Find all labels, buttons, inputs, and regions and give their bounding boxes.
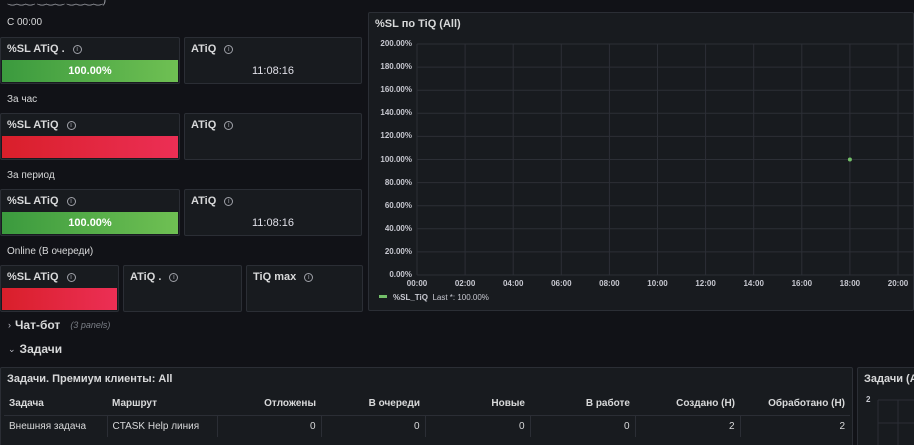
col-processed[interactable]: Обработано (Н) — [740, 393, 850, 416]
panel-title: ATiQ . — [130, 271, 162, 283]
info-icon[interactable]: i — [304, 273, 314, 282]
y-tick-label: 100.00% — [380, 154, 412, 164]
chart-points — [847, 157, 852, 162]
panel-sl-atiq-period[interactable]: %SL ATiQ i 100.00% — [0, 189, 180, 236]
stat-value: 100.00% — [2, 212, 178, 234]
y-tick-label: 180.00% — [380, 62, 412, 72]
panel-title: TiQ max — [253, 271, 297, 283]
col-in-queue[interactable]: В очереди — [321, 393, 425, 416]
tasks-table: Задача Маршрут Отложены В очереди Новые … — [4, 393, 850, 437]
x-tick-label: 08:00 — [599, 279, 620, 288]
panel-title: %SL ATiQ — [7, 119, 59, 131]
y-tick-label: 40.00% — [384, 223, 412, 233]
x-tick-label: 14:00 — [743, 279, 764, 288]
col-route[interactable]: Маршрут — [107, 393, 217, 416]
stat-value: 100.00% — [2, 60, 178, 82]
top-header-partial: ‿‿‿ ‿‿‿ ‿‿‿‿) — [8, 0, 107, 6]
col-task[interactable]: Задача — [4, 393, 107, 416]
y-tick-label: 60.00% — [384, 200, 412, 210]
cell-route: CTASK Help линия — [107, 415, 218, 437]
y-tick-label: 160.00% — [380, 85, 412, 95]
panel-atiq-period[interactable]: ATiQ i 11:08:16 — [184, 189, 362, 236]
chevron-right-icon[interactable]: › — [8, 320, 11, 330]
section-since-midnight: С 00:00 — [7, 17, 43, 28]
chart-grid — [416, 43, 914, 276]
x-tick-label: 06:00 — [551, 279, 572, 288]
col-created[interactable]: Создано (Н) — [635, 393, 740, 416]
x-tick-label: 02:00 — [454, 279, 476, 288]
x-tick-label: 16:00 — [791, 279, 813, 288]
legend-series-name: %SL_TiQ — [393, 293, 428, 302]
tasks-table-title: Задачи. Премиум клиенты: All — [7, 373, 173, 385]
section-last-hour: За час — [7, 94, 38, 105]
panel-title: ATiQ — [191, 43, 217, 55]
cell-in-progress: 0 — [530, 415, 636, 437]
cell-deferred: 0 — [217, 415, 322, 437]
stat-value: 11:08:16 — [251, 217, 294, 229]
tasks-table-panel[interactable]: Задачи. Премиум клиенты: All Задача Марш… — [0, 367, 853, 445]
panel-title: %SL ATiQ . — [7, 43, 65, 55]
chart-legend[interactable]: %SL_TiQ Last *: 100.00% — [379, 293, 489, 302]
x-tick-label: 04:00 — [502, 279, 524, 288]
chart-panel-sl-tiq[interactable]: %SL по TiQ (All) 200.00% 180.00% 160.00% 14… — [368, 12, 914, 311]
x-tick-label: 10:00 — [647, 279, 668, 288]
cell-task: Внешняя задача — [4, 415, 108, 437]
info-icon[interactable]: i — [66, 121, 76, 130]
cell-created: 2 — [635, 415, 741, 437]
y-tick-label: 80.00% — [384, 177, 412, 187]
row-tasks[interactable]: ⌄ Задачи — [0, 338, 914, 360]
panel-atiq-online[interactable]: ATiQ . i — [123, 265, 242, 312]
col-deferred[interactable]: Отложены — [217, 393, 321, 416]
info-icon[interactable]: i — [224, 121, 234, 130]
legend-swatch — [379, 295, 387, 298]
chart-svg — [416, 43, 914, 276]
y-tick-label: 200.00% — [380, 39, 412, 48]
x-tick-label: 18:00 — [839, 279, 861, 288]
panel-atiq-hour[interactable]: ATiQ i — [184, 113, 362, 160]
info-icon[interactable]: i — [66, 273, 76, 282]
panel-sl-atiq-online[interactable]: %SL ATiQ i — [0, 265, 119, 312]
x-tick-label: 20:00 — [887, 279, 909, 288]
row-title-tasks: Задачи — [19, 342, 63, 356]
panel-atiq-today[interactable]: ATiQ i 11:08:16 — [184, 37, 362, 84]
panel-tiq-max[interactable]: TiQ max i — [246, 265, 363, 312]
x-tick-label: 12:00 — [695, 279, 716, 288]
data-point[interactable] — [847, 157, 852, 162]
chevron-down-icon[interactable]: ⌄ — [8, 344, 16, 355]
cell-in-queue: 0 — [321, 415, 426, 437]
stat-value: 11:08:16 — [251, 65, 294, 77]
info-icon[interactable]: i — [224, 45, 234, 54]
stat-value — [2, 288, 117, 310]
x-tick-label: 00:00 — [406, 279, 428, 288]
y-tick-label: 120.00% — [380, 131, 412, 141]
table-header-row: Задача Маршрут Отложены В очереди Новые … — [4, 393, 850, 416]
row-panels-count: (3 panels) — [70, 320, 111, 330]
col-in-progress[interactable]: В работе — [530, 393, 635, 416]
panel-sl-atiq-hour[interactable]: %SL ATiQ i — [0, 113, 180, 160]
table-row[interactable]: Внешняя задача CTASK Help линия 0 0 0 0 … — [4, 415, 850, 437]
section-period: За период — [7, 170, 55, 181]
cell-processed: 2 — [839, 420, 845, 432]
panel-sl-atiq-today[interactable]: %SL ATiQ . i 100.00% — [0, 37, 180, 84]
cell-new: 0 — [425, 415, 531, 437]
info-icon[interactable]: i — [169, 273, 179, 282]
y-tick-label: 0.00% — [389, 270, 412, 279]
col-new[interactable]: Новые — [425, 393, 530, 416]
panel-title: ATiQ — [191, 119, 217, 131]
row-chatbot[interactable]: › Чат-бот (3 panels) — [0, 314, 914, 336]
tasks-chart-grid — [877, 399, 914, 445]
tasks-chart-panel-partial[interactable]: Задачи (All 2 — [857, 367, 914, 445]
panel-title: ATiQ — [191, 195, 217, 207]
y-tick-label: 20.00% — [384, 246, 412, 256]
section-online: Online (В очереди) — [7, 246, 94, 257]
panel-title: %SL ATiQ — [7, 195, 59, 207]
row-title-chatbot: Чат-бот — [15, 318, 61, 332]
panel-title: %SL ATiQ — [7, 271, 59, 283]
legend-stat: Last *: 100.00% — [432, 293, 489, 302]
info-icon[interactable]: i — [72, 45, 82, 54]
y-tick-label: 140.00% — [380, 108, 412, 118]
info-icon[interactable]: i — [224, 197, 234, 206]
info-icon[interactable]: i — [66, 197, 76, 206]
stat-value — [2, 136, 178, 158]
